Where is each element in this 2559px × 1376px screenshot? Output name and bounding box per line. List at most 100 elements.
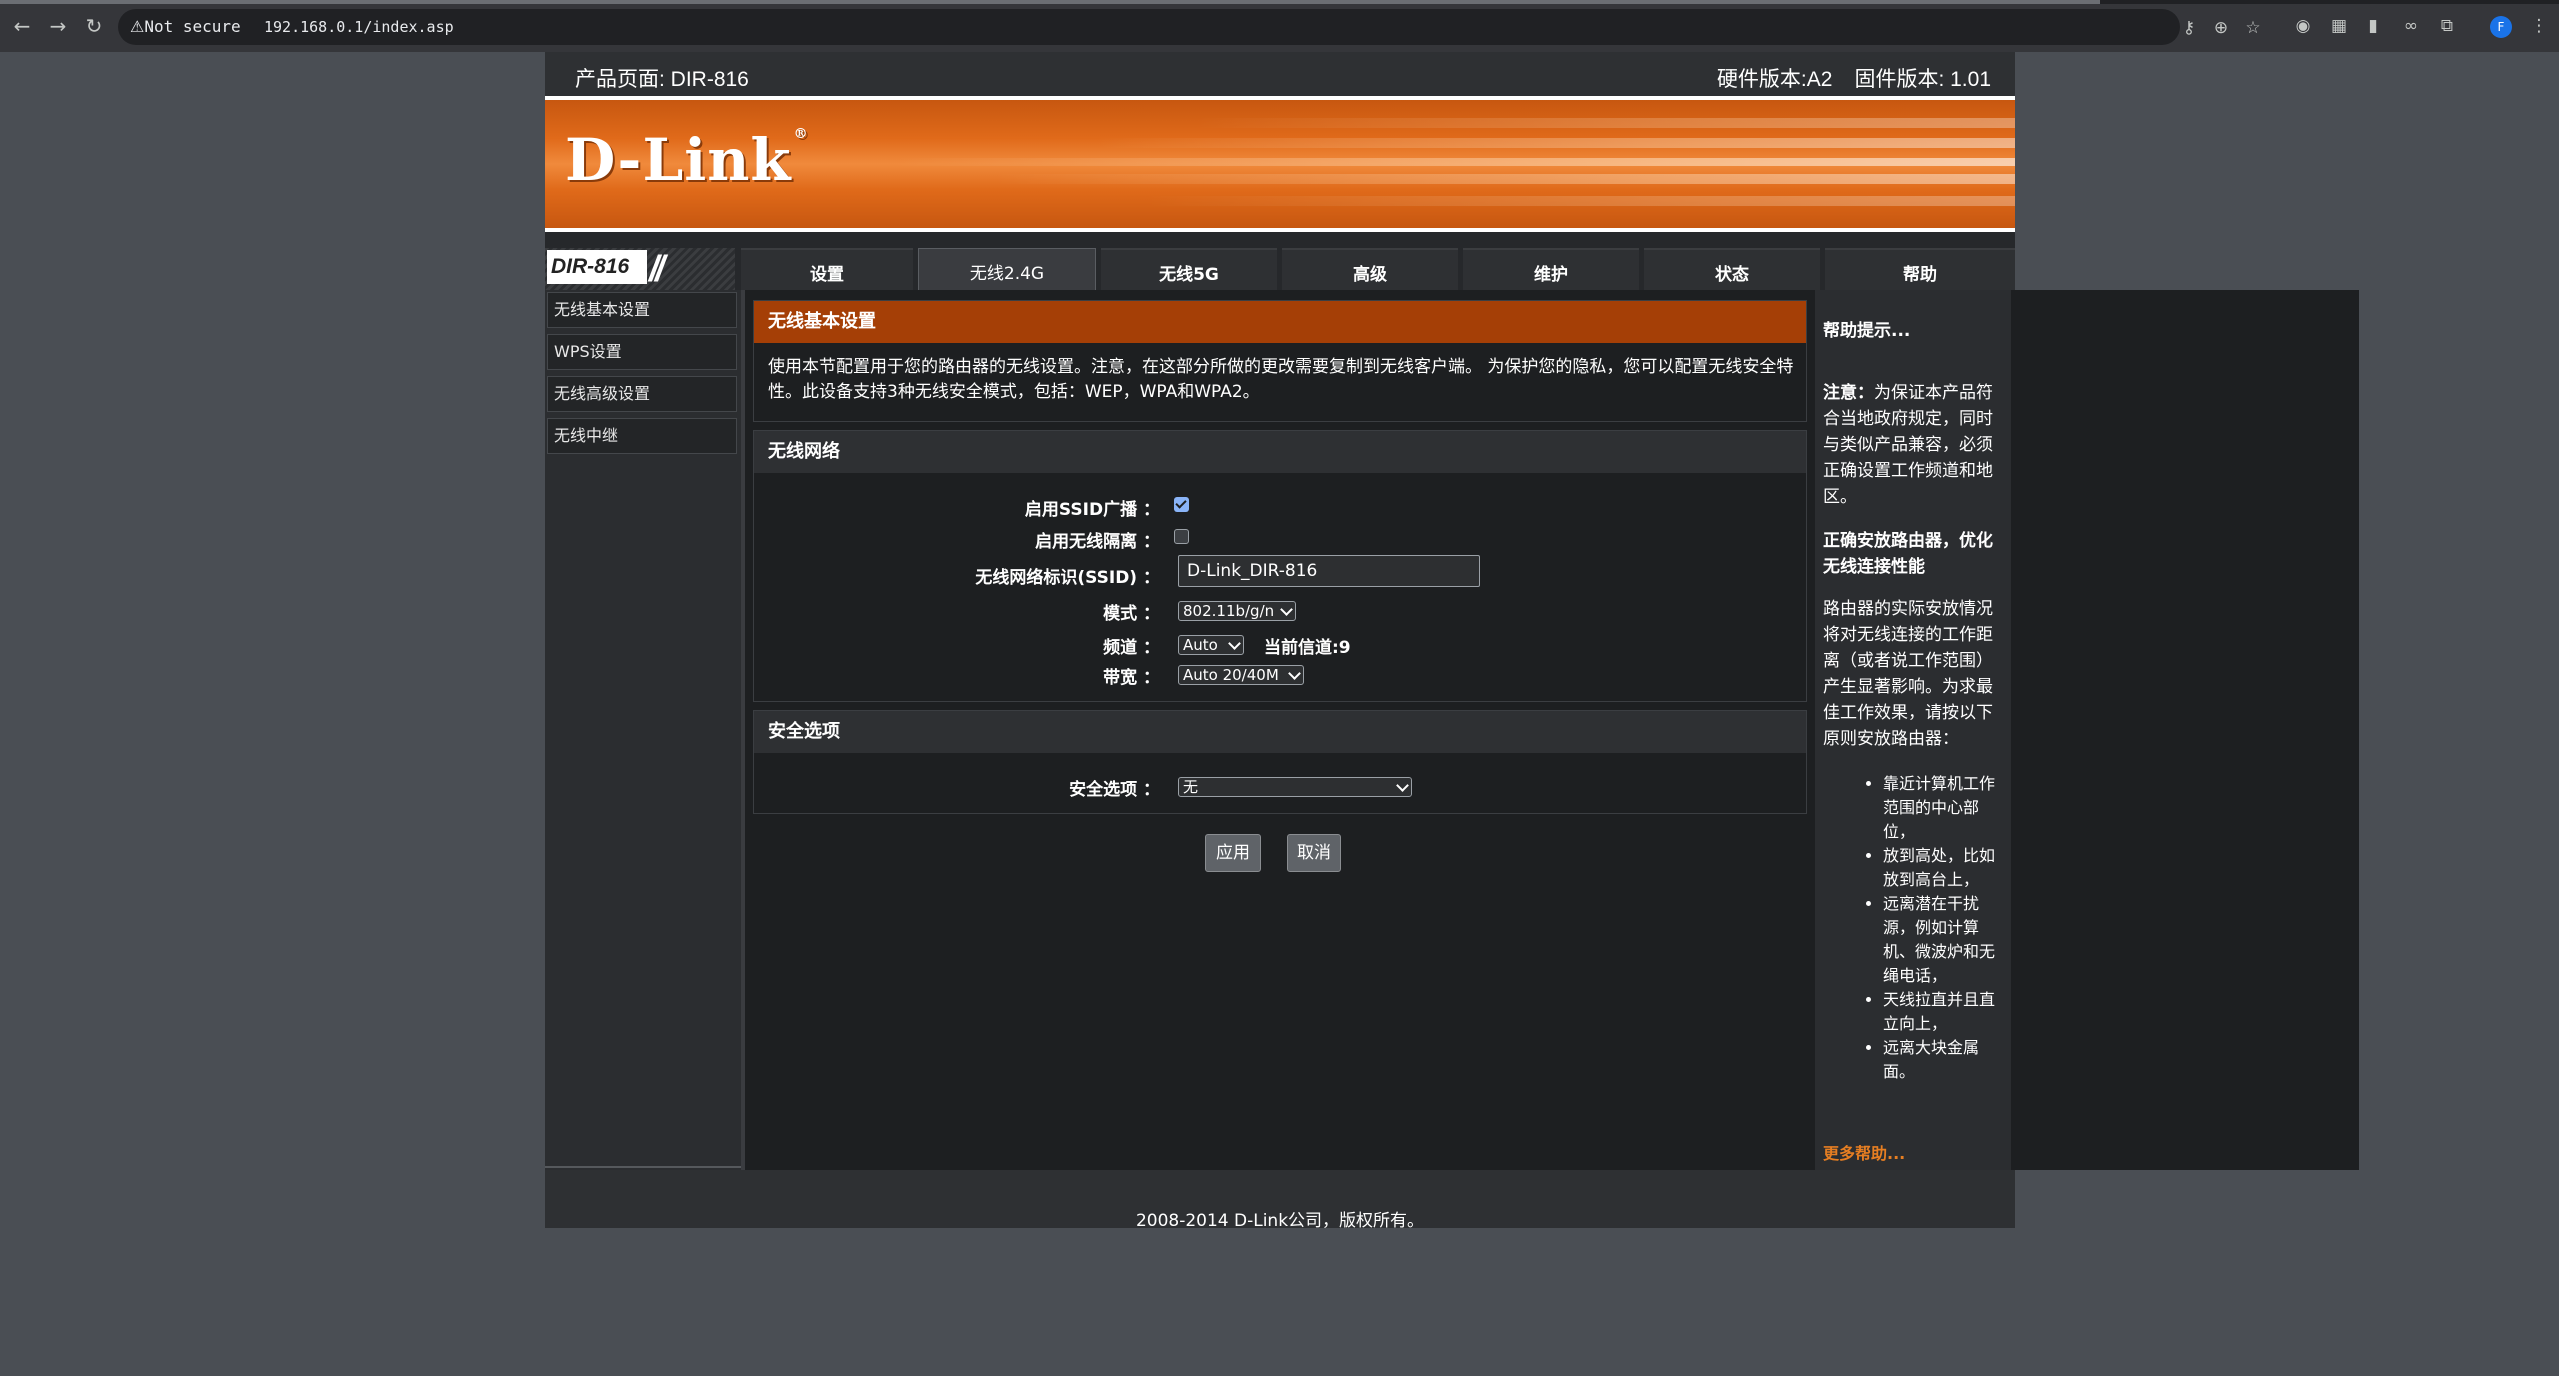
tab-maintenance[interactable]: 维护 [1463,248,1639,290]
forward-icon[interactable]: → [46,14,70,38]
ssid-broadcast-label: 启用SSID广播 ： [1024,500,1160,520]
list-item: 靠近计算机工作范围的中心部位， [1883,772,2007,844]
product-bar: 产品页面: DIR-816 硬件版本:A2 固件版本: 1.01 [545,52,2015,96]
dlink-logo: D-Link ® [565,126,809,194]
help-placement-text: 路由器的实际安放情况将对无线连接的工作距离（或者说工作范围）产生显著影响。为求最… [1823,599,1993,749]
sidebar-item-wireless-repeater[interactable]: 无线中继 [547,418,737,454]
cancel-button[interactable]: 取消 [1287,834,1341,872]
tab-wireless-2g[interactable]: 无线2.4G [918,248,1096,290]
banner-streak [895,158,2015,166]
tab-strip [0,0,2559,4]
extension-circle-icon[interactable]: ◉ [2292,15,2314,37]
hardware-version: 硬件版本:A2 [1716,68,1833,91]
tab-advanced[interactable]: 高级 [1282,248,1458,290]
security-indicator[interactable]: ⚠Not secure [130,17,241,36]
security-label: 安全选项 ： [1069,780,1160,800]
router-page: 产品页面: DIR-816 硬件版本:A2 固件版本: 1.01 D-Link ® … [545,52,2359,1231]
profile-avatar[interactable]: F [2490,16,2512,38]
sidebar: 无线基本设置 WPS设置 无线高级设置 无线中继 [545,290,745,1170]
ssid-input[interactable]: D-Link_DIR-816 [1178,555,1480,587]
bandwidth-label: 带宽 ： [1103,668,1160,688]
zoom-icon[interactable]: ⊕ [2210,17,2232,39]
isolation-label: 启用无线隔离 ： [1035,532,1160,552]
puzzle-extensions-icon[interactable]: ⧉ [2436,15,2458,37]
channel-label: 频道 ： [1103,638,1160,658]
apply-button[interactable]: 应用 [1205,834,1261,872]
bandwidth-select-value: Auto 20/40M [1183,666,1279,684]
mode-select[interactable]: 802.11b/g/n [1178,601,1296,621]
address-bar[interactable]: ⚠Not secure 192.168.0.1/index.asp ⚷ ⊕ ☆ [118,9,2261,45]
intro-text: 使用本节配置用于您的路由器的无线设置。注意，在这部分所做的更改需要复制到无线客户… [768,357,1794,402]
sidebar-item-wireless-advanced[interactable]: 无线高级设置 [547,376,737,412]
help-tips-list: 靠近计算机工作范围的中心部位， 放到高处，比如放到高台上， 远离潜在干扰源，例如… [1823,772,2007,1084]
extension-tool-icon[interactable]: ▮ [2362,15,2384,37]
main-content: 无线基本设置 使用本节配置用于您的路由器的无线设置。注意，在这部分所做的更改需要… [745,290,2359,1170]
channel-select-value: Auto [1183,636,1218,654]
help-placement-title: 正确安放路由器，优化无线连接性能 [1823,531,1993,577]
help-note: 注意：为保证本产品符合当地政府规定，同时与类似产品兼容，必须正确设置工作频道和地… [1823,380,2007,510]
browser-toolbar: ← → ↻ ⚠Not secure 192.168.0.1/index.asp … [0,0,2559,52]
reload-icon[interactable]: ↻ [82,14,106,38]
intro-box: 无线基本设置 使用本节配置用于您的路由器的无线设置。注意，在这部分所做的更改需要… [753,300,1807,422]
banner-streak [995,174,2015,184]
chevron-down-icon [1280,603,1293,616]
more-help-link[interactable]: 更多帮助... [1823,1140,1905,1164]
channel-select[interactable]: Auto [1178,635,1244,655]
incognito-glasses-icon[interactable]: ∞ [2400,15,2422,37]
page-title: 无线基本设置 [754,301,1806,343]
current-channel: 当前信道:9 [1264,638,1351,658]
dlink-banner: D-Link ® [545,96,2015,232]
security-box: 安全选项 安全选项 ： 无 [753,710,1807,814]
list-item: 天线拉直并且直立向上， [1883,988,2007,1036]
model-badge: DIR-816 // [545,248,735,290]
chevron-down-icon [1288,667,1301,680]
chevron-down-icon [1228,637,1241,650]
banner-streak [1145,196,2015,206]
menu-kebab-icon[interactable]: ⋮ [2528,15,2550,37]
banner-streak [1195,118,2015,128]
sidebar-divider [545,1166,741,1168]
tab-wireless-5g[interactable]: 无线5G [1101,248,1277,290]
back-icon[interactable]: ← [10,14,34,38]
ssid-label: 无线网络标识(SSID) ： [975,568,1160,588]
version-info: 硬件版本:A2 固件版本: 1.01 [1695,63,1991,93]
warning-icon: ⚠ [130,17,145,36]
mode-select-value: 802.11b/g/n [1183,602,1275,620]
tab-help[interactable]: 帮助 [1825,248,2015,290]
main-tabs: DIR-816 // 设置 无线2.4G 无线5G 高级 维护 状态 帮助 [545,240,2015,290]
help-title: 帮助提示... [1823,321,1911,341]
tab-setup[interactable]: 设置 [741,248,913,290]
list-item: 远离潜在干扰源，例如计算机、微波炉和无绳电话， [1883,892,2007,988]
wireless-network-title: 无线网络 [754,431,1806,473]
bandwidth-select[interactable]: Auto 20/40M [1178,665,1304,685]
sidebar-item-wireless-basic[interactable]: 无线基本设置 [547,292,737,328]
chevron-down-icon [1396,779,1409,792]
wireless-network-box: 无线网络 启用SSID广播 ： 启用无线隔离 ： 无线网络标识(SSID) ： … [753,430,1807,702]
logo-text: D-Link [565,126,792,194]
mode-label: 模式 ： [1103,604,1160,624]
tab-strip-fill [0,0,2100,4]
footer: 2008-2014 D-Link公司，版权所有。 [545,1170,2015,1231]
model-name: DIR-816 [547,250,647,284]
security-label: Not secure [144,17,241,36]
model-slash-decoration: // [649,248,665,289]
isolation-checkbox[interactable] [1174,529,1189,544]
copyright: 2008-2014 D-Link公司，版权所有。 [1135,1211,1425,1231]
url-text[interactable]: 192.168.0.1/index.asp [264,18,454,36]
security-title: 安全选项 [754,711,1806,753]
help-note-bold: 注意： [1823,383,1874,403]
firmware-version: 固件版本: 1.01 [1854,68,1991,91]
registered-mark: ® [793,126,809,142]
security-select-value: 无 [1183,778,1199,796]
sidebar-item-wps[interactable]: WPS设置 [547,334,737,370]
ssid-broadcast-checkbox[interactable] [1174,497,1189,512]
banner-streak [1095,138,2015,148]
bookmark-star-icon[interactable]: ☆ [2242,17,2264,39]
key-icon[interactable]: ⚷ [2178,17,2200,39]
tab-status[interactable]: 状态 [1644,248,1820,290]
security-select[interactable]: 无 [1178,777,1412,797]
qr-code-icon[interactable]: ▦ [2328,15,2350,37]
list-item: 放到高处，比如放到高台上， [1883,844,2007,892]
product-page-label: 产品页面: DIR-816 [575,68,749,91]
help-panel: 帮助提示... 注意：为保证本产品符合当地政府规定，同时与类似产品兼容，必须正确… [1815,290,2011,1170]
